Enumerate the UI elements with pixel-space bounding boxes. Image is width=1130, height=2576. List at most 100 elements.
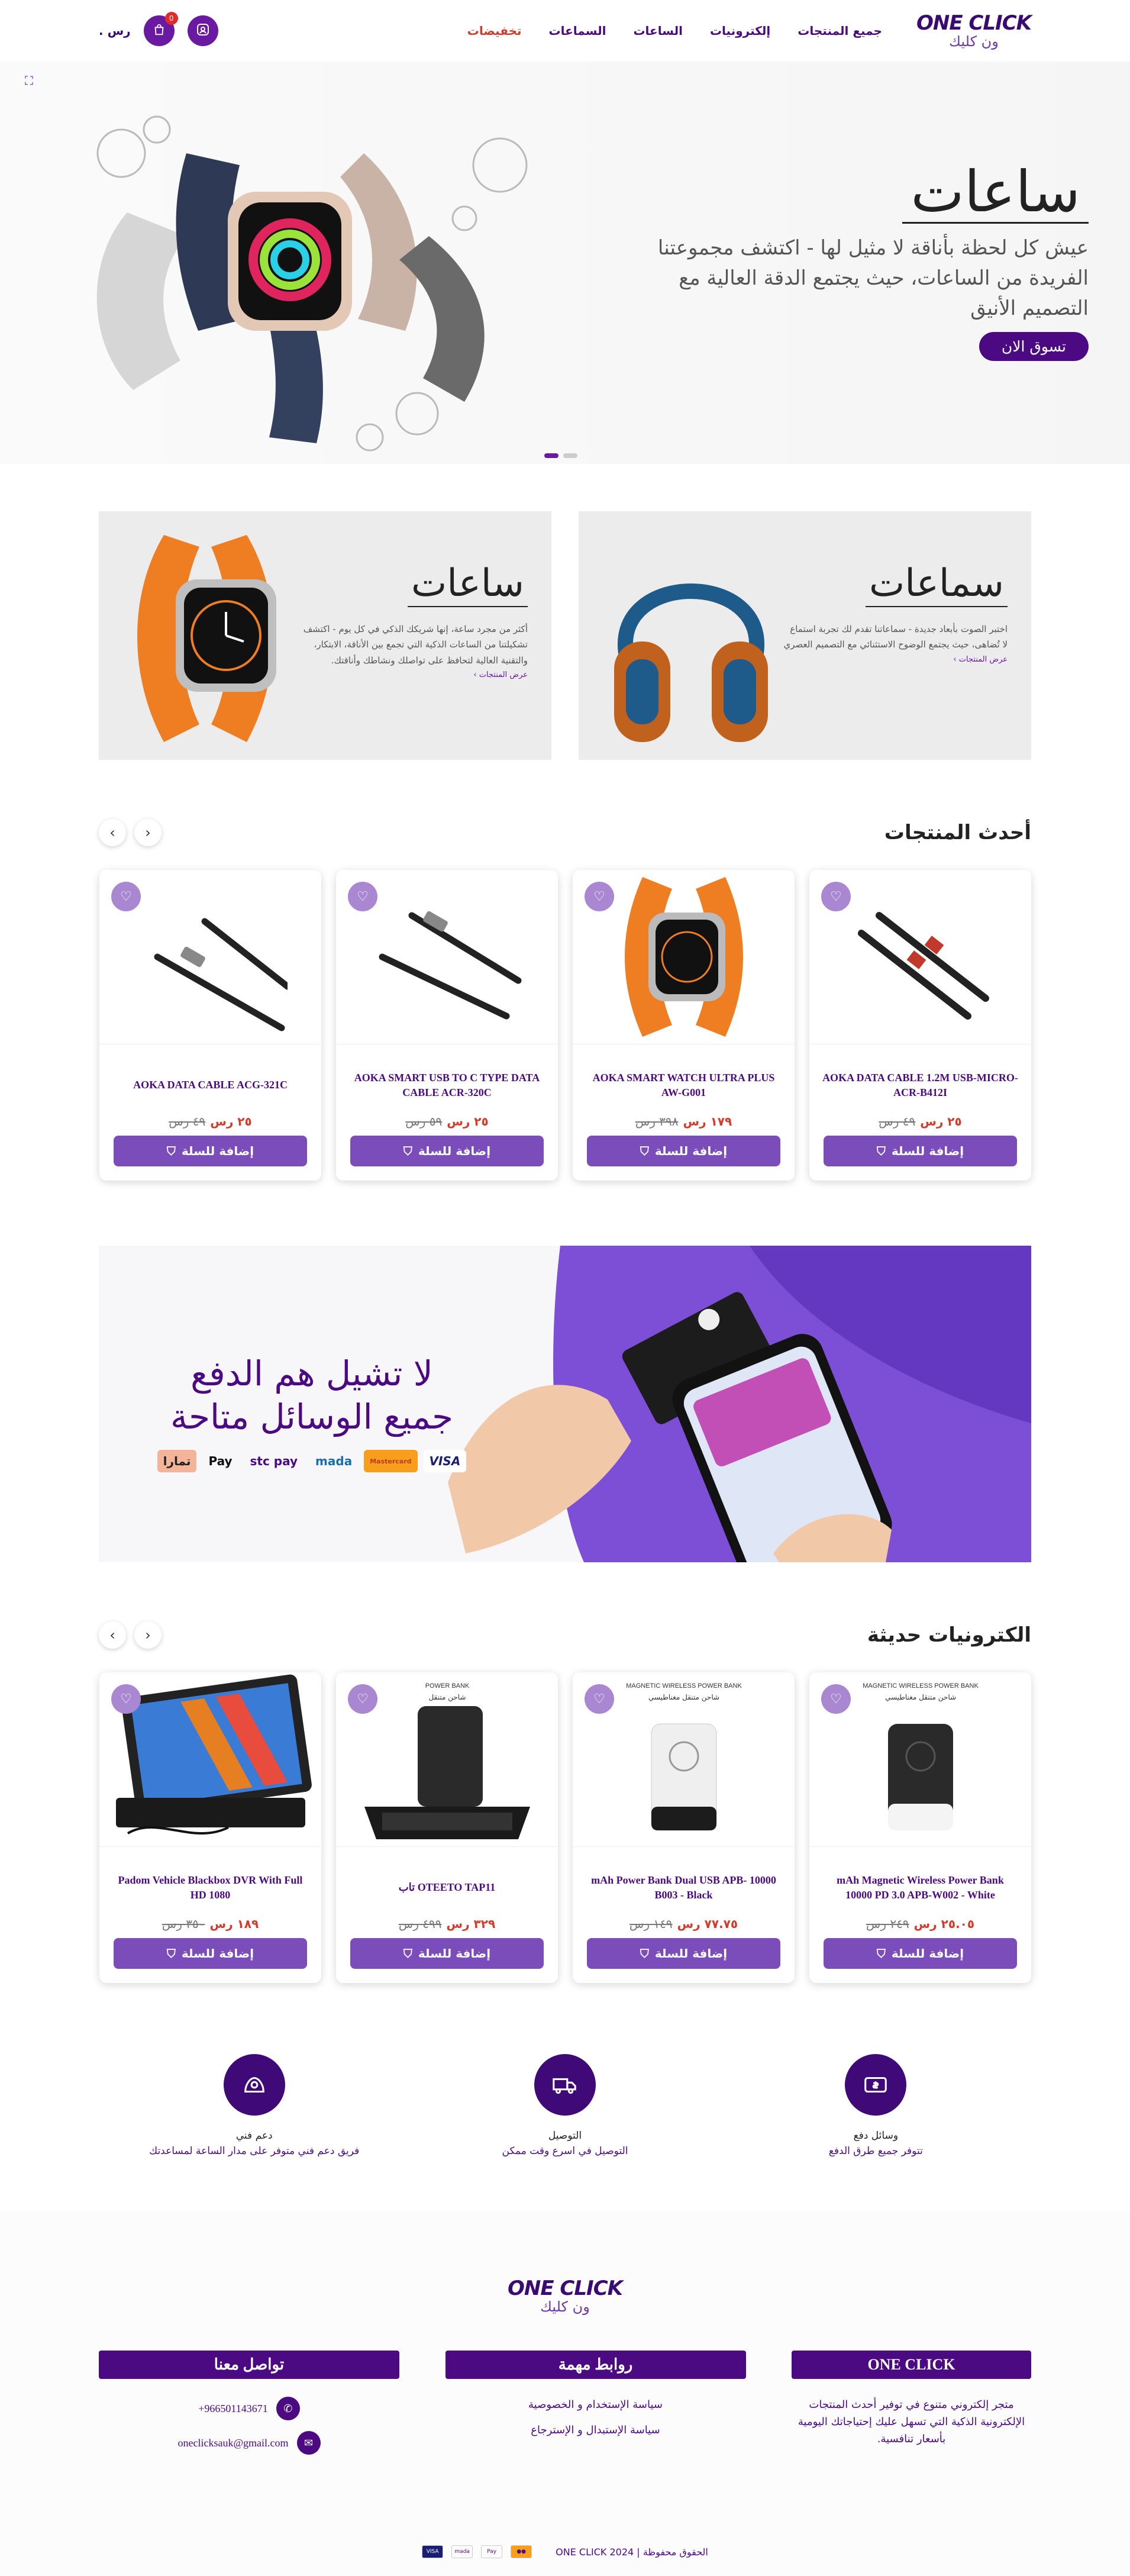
product-card[interactable]: ♡ MAGNETIC WIRELESS POWER BANK شاحن متنقل… (809, 1672, 1031, 1983)
privacy-policy-link[interactable]: سياسة الإستخدام و الخصوصية (445, 2397, 746, 2414)
arrow-left-button[interactable]: ‹ (99, 819, 126, 846)
image-caption-arabic: شاحن متنقل مغناطيسي (884, 1693, 955, 1702)
product-card[interactable]: ♡ AOKA SMART USB TO C TYPE DATA CABLE AC… (336, 870, 558, 1181)
payment-methods-icon (845, 2054, 907, 2116)
feature-title: التوصيل (548, 2130, 582, 2142)
slider-dot-active[interactable] (544, 453, 558, 458)
feature-description: تتوفر جميع طرق الدفع (828, 2145, 923, 2157)
nav-electronics[interactable]: إلكترونيات (710, 24, 770, 38)
footer-logo[interactable]: ONE CLICK ون كليك (0, 2278, 1130, 2314)
product-name[interactable]: mAh Power Bank Dual USB APB- 10000 B003 … (573, 1871, 795, 1905)
nav-sales[interactable]: تخفيضات (467, 24, 522, 38)
email-contact[interactable]: oneclicksauk@gmail.com ✉ (99, 2431, 399, 2455)
nav-watches[interactable]: الساعات (633, 24, 683, 38)
bag-icon: ⛉ (876, 1946, 886, 1961)
product-name[interactable]: AOKA SMART WATCH ULTRA PLUS AW-G001 (573, 1068, 795, 1102)
phone-contact[interactable]: +966501143671 ✆ (99, 2397, 399, 2420)
heart-icon[interactable]: ♡ (585, 882, 614, 911)
support-icon (223, 2054, 285, 2116)
nav-all-products[interactable]: جميع المنتجات (798, 24, 882, 38)
logo[interactable]: ONE CLICK ون كليك (916, 13, 1032, 49)
add-to-cart-label: إضافة للسلة (181, 1946, 254, 1961)
feature-payment: وسائل دفع تتوفر جميع طرق الدفع (751, 2054, 1000, 2157)
promo-headphones[interactable]: سماعات اختبر الصوت بأبعاد جديدة - سماعات… (579, 511, 1031, 760)
footer-contact: تواصل معنا +966501143671 ✆ oneclicksauk@… (99, 2351, 399, 2465)
feature-support: دعم فني فريق دعم فني متوفر على مدار السا… (130, 2054, 379, 2157)
promo-watches[interactable]: ساعات أكثر من مجرد ساعة، إنها شريكك الذك… (99, 511, 551, 760)
arrow-left-button[interactable]: ‹ (99, 1621, 126, 1649)
mada-logo: mada (315, 1454, 353, 1468)
product-name[interactable]: AOKA SMART USB TO C TYPE DATA CABLE ACR-… (336, 1068, 558, 1102)
promo-title: سماعات (865, 565, 1008, 607)
add-to-cart-label: إضافة للسلة (891, 1946, 964, 1961)
product-price: ٢٥ رس (210, 1114, 252, 1129)
product-name[interactable]: OTEETO TAP11 تاب (386, 1871, 509, 1905)
electronics-section-header: الكترونيات حديثة ‹ › (99, 1621, 1031, 1649)
product-card[interactable]: ♡ Padom Vehicle Blackbox DVR With Full H… (99, 1672, 321, 1983)
apple-pay-logo: Pay (208, 1454, 233, 1468)
return-policy-link[interactable]: سياسة الإستبدال و الإسترجاع (445, 2422, 746, 2439)
product-old-price: ٢٤٩ رس (866, 1917, 909, 1931)
heart-icon[interactable]: ♡ (111, 1684, 141, 1714)
product-card[interactable]: ♡ AOKA DATA CABLE 1.2M USB-MICRO-ACR-B41… (809, 870, 1031, 1181)
product-card[interactable]: ♡ POWER BANK شاحن متنقل OTEETO TAP11 تاب … (336, 1672, 558, 1983)
heart-icon[interactable]: ♡ (111, 882, 141, 911)
bag-icon: ⛉ (403, 1144, 412, 1158)
add-to-cart-label: إضافة للسلة (654, 1144, 728, 1158)
heart-icon[interactable]: ♡ (348, 1684, 377, 1714)
payment-logos: تمارا Pay stc pay mada Mastercard VISA (134, 1450, 489, 1472)
account-button[interactable] (187, 15, 218, 46)
bag-icon: ⛉ (166, 1946, 176, 1961)
add-to-cart-button[interactable]: إضافة للسلة ⛉ (587, 1938, 780, 1969)
currency-selector[interactable]: . رس (99, 24, 131, 38)
heart-icon[interactable]: ♡ (821, 1684, 851, 1714)
headphones-image (614, 583, 768, 742)
add-to-cart-button[interactable]: إضافة للسلة ⛉ (350, 1938, 544, 1969)
add-to-cart-button[interactable]: إضافة للسلة ⛉ (350, 1136, 544, 1166)
slider-dots (544, 453, 577, 458)
add-to-cart-button[interactable]: إضافة للسلة ⛉ (114, 1938, 307, 1969)
site-header: ONE CLICK ون كليك جميع المنتجات إلكتروني… (0, 0, 1130, 62)
arrow-right-button[interactable]: › (134, 819, 162, 846)
product-card[interactable]: ♡ MAGNETIC WIRELESS POWER BANK شاحن متنقل… (573, 1672, 795, 1983)
promo-description: أكثر من مجرد ساعة، إنها شريكك الذكي في ك… (303, 624, 528, 666)
heart-icon[interactable]: ♡ (585, 1684, 614, 1714)
bag-icon: ⛉ (640, 1946, 649, 1961)
promo-link[interactable]: عرض المنتجات › (303, 670, 528, 679)
footer-about-text: متجر إلكتروني متنوع في توفير أحدث المنتج… (798, 2398, 1025, 2445)
add-to-cart-button[interactable]: إضافة للسلة ⛉ (824, 1938, 1017, 1969)
slider-dot[interactable] (563, 453, 577, 458)
product-price: ٢٥.٠٥ رس (913, 1917, 975, 1931)
image-caption: MAGNETIC WIRELESS POWER BANK (863, 1682, 979, 1690)
site-footer: ONE CLICK ون كليك ONE CLICK متجر إلكترون… (0, 2210, 1130, 2576)
product-price: ١٨٩ رس (209, 1917, 259, 1931)
product-name[interactable]: AOKA DATA CABLE ACG-321C (120, 1068, 301, 1102)
shop-now-button[interactable]: تسوق الان (979, 331, 1089, 361)
add-to-cart-button[interactable]: إضافة للسلة ⛉ (587, 1136, 780, 1166)
carousel-arrows: ‹ › (99, 819, 162, 846)
product-price: ٢٥ رس (447, 1114, 489, 1129)
add-to-cart-button[interactable]: إضافة للسلة ⛉ (824, 1136, 1017, 1166)
logo-arabic-text: ون كليك (540, 2298, 590, 2315)
arrow-right-button[interactable]: › (134, 1621, 162, 1649)
heart-icon[interactable]: ♡ (348, 882, 377, 911)
bag-icon: ⛉ (166, 1144, 176, 1158)
promo-link[interactable]: عرض المنتجات › (783, 655, 1008, 664)
bag-icon: ⛉ (403, 1946, 412, 1961)
hero-title: ساعات (902, 162, 1089, 224)
footer-contact-title: تواصل معنا (99, 2351, 399, 2379)
heart-icon[interactable]: ♡ (821, 882, 851, 911)
nav-headphones[interactable]: السماعات (549, 24, 606, 38)
product-name[interactable]: Padom Vehicle Blackbox DVR With Full HD … (99, 1871, 321, 1905)
product-card[interactable]: ♡ AOKA DATA CABLE ACG-321C ٢٥ رس ٤٩ رس إض… (99, 870, 321, 1181)
promo-title: ساعات (407, 565, 528, 607)
cart-button[interactable]: 0 (143, 12, 178, 46)
product-name[interactable]: mAh Magnetic Wireless Power Bank 10000 P… (809, 1871, 1031, 1905)
feature-title: وسائل دفع (853, 2130, 899, 2142)
product-name[interactable]: AOKA DATA CABLE 1.2M USB-MICRO-ACR-B412I (809, 1068, 1031, 1102)
logo-text: ONE CLICK (508, 2277, 623, 2300)
add-to-cart-button[interactable]: إضافة للسلة ⛉ (114, 1136, 307, 1166)
add-to-cart-label: إضافة للسلة (418, 1946, 491, 1961)
expand-icon[interactable]: ⛶ (17, 73, 33, 90)
product-card[interactable]: ♡ AOKA SMART WATCH ULTRA PLUS AW-G001 ١٧… (573, 870, 795, 1181)
